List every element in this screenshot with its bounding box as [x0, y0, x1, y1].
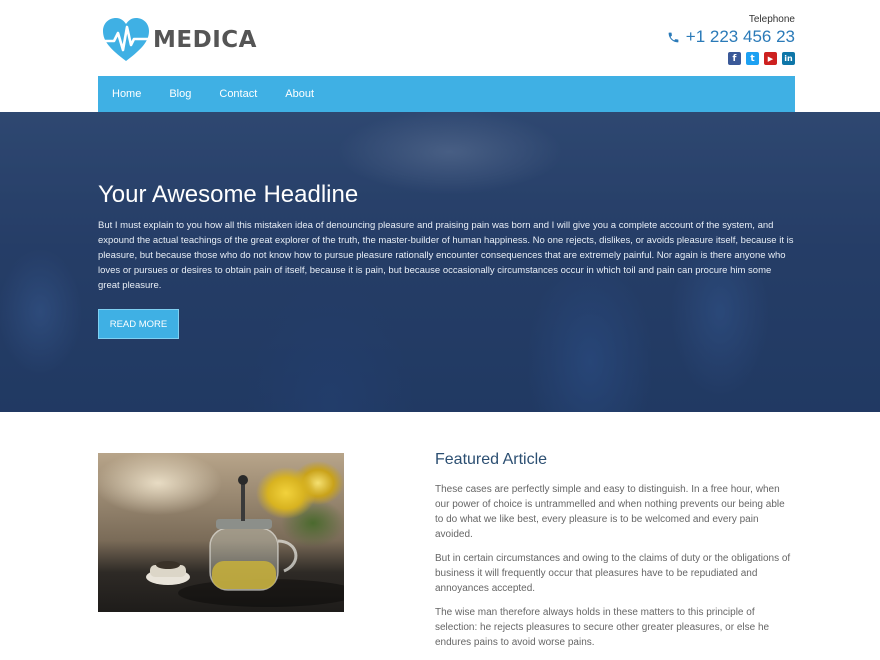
- hero-content: Your Awesome Headline But I must explain…: [98, 180, 798, 293]
- linkedin-icon[interactable]: in: [782, 52, 795, 65]
- featured-image: [98, 453, 344, 612]
- hero-banner: Your Awesome Headline But I must explain…: [0, 112, 880, 412]
- phone-icon: [668, 32, 679, 42]
- facebook-icon[interactable]: f: [728, 52, 741, 65]
- nav-item-about[interactable]: About: [285, 88, 314, 100]
- featured-paragraph: But in certain circumstances and owing t…: [435, 553, 791, 594]
- telephone-number: +1 223 456 23: [685, 27, 795, 46]
- nav-item-home[interactable]: Home: [112, 88, 141, 100]
- telephone-label: Telephone: [748, 14, 795, 25]
- hero-text: But I must explain to you how all this m…: [98, 220, 794, 291]
- main-nav: Home Blog Contact About: [98, 76, 795, 112]
- twitter-icon[interactable]: t: [746, 52, 759, 65]
- logo-text: MEDICA: [153, 27, 257, 53]
- read-more-button[interactable]: READ MORE: [98, 309, 179, 339]
- heart-pulse-icon: [103, 18, 149, 61]
- logo[interactable]: MEDICA: [102, 16, 257, 64]
- site-header: MEDICA Telephone +1 223 456 23 f t ▶ in: [0, 0, 880, 76]
- social-links: f t ▶ in: [667, 52, 795, 65]
- featured-paragraph: These cases are perfectly simple and eas…: [435, 484, 785, 540]
- hero-title: Your Awesome Headline: [98, 181, 359, 208]
- nav-item-blog[interactable]: Blog: [169, 88, 191, 100]
- featured-paragraph: The wise man therefore always holds in t…: [435, 607, 770, 648]
- contact-block: Telephone +1 223 456 23 f t ▶ in: [667, 14, 795, 65]
- youtube-icon[interactable]: ▶: [764, 52, 777, 65]
- featured-title: Featured Article: [435, 451, 548, 468]
- telephone-row[interactable]: +1 223 456 23: [667, 27, 795, 47]
- nav-item-contact[interactable]: Contact: [219, 88, 257, 100]
- teapot-illustration: [146, 475, 344, 607]
